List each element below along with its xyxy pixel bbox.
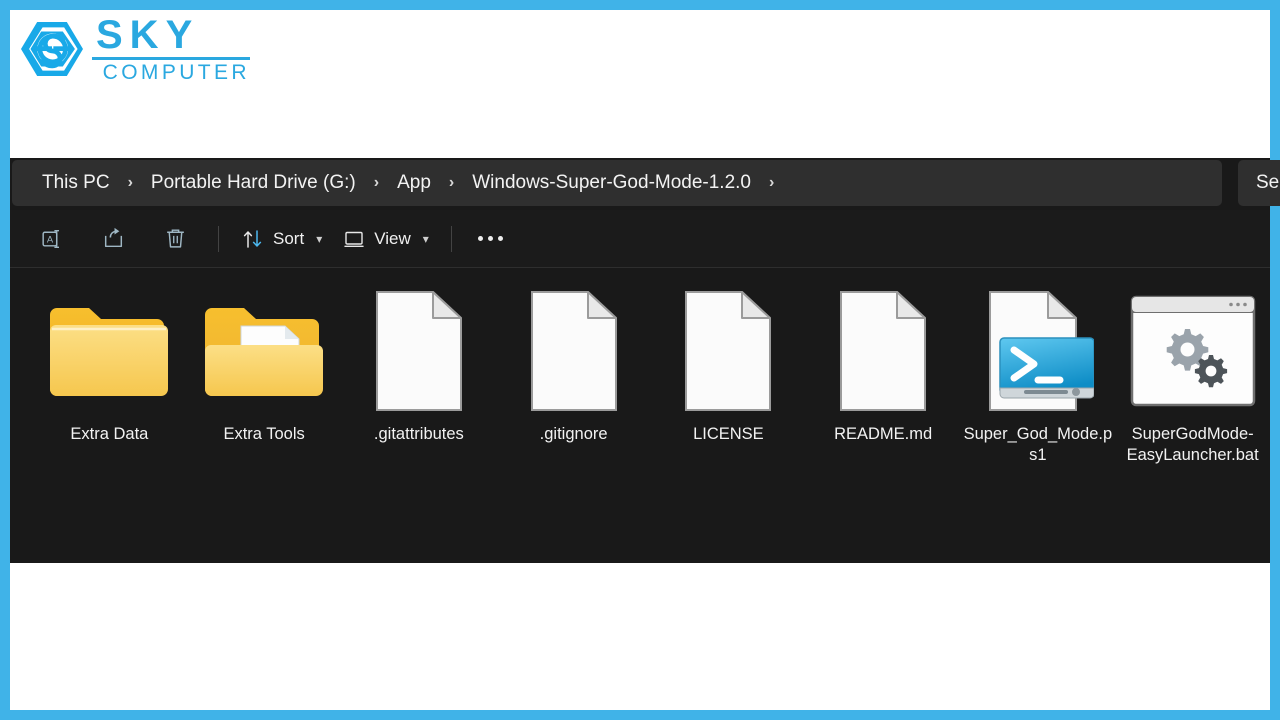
share-button[interactable]	[82, 219, 144, 259]
ellipsis-icon	[477, 236, 483, 241]
command-toolbar: A Sort ▾ View ▾	[10, 210, 1270, 268]
screenshot-frame: SKY COMPUTER This PC › Portable Hard Dri…	[0, 0, 1280, 720]
delete-button[interactable]	[144, 219, 206, 259]
rename-button[interactable]: A	[20, 219, 82, 259]
brand-divider	[92, 57, 250, 61]
more-button[interactable]	[464, 236, 517, 241]
file-item-easylauncher-bat[interactable]: SuperGodMode-EasyLauncher.bat	[1115, 286, 1270, 466]
brand-name: SKY	[96, 13, 200, 57]
breadcrumb-separator-icon: ›	[448, 174, 455, 191]
file-name-label: Super_God_Mode.ps1	[963, 425, 1113, 465]
file-grid: Extra Data Extra Tools .gitattributes .g…	[10, 268, 1270, 562]
batch-file-icon	[1130, 295, 1255, 407]
toolbar-divider	[450, 225, 452, 252]
chevron-down-icon: ▾	[422, 231, 429, 246]
breadcrumb-separator-icon: ›	[373, 174, 380, 191]
search-placeholder-text: Se	[1256, 172, 1280, 193]
file-icon-wrap	[354, 288, 484, 414]
file-item-extra-tools[interactable]: Extra Tools	[187, 286, 342, 445]
blank-page-icon	[685, 291, 772, 411]
file-name-label: .gitattributes	[373, 425, 464, 443]
view-icon	[344, 231, 364, 247]
file-item-readme[interactable]: README.md	[806, 286, 961, 445]
file-explorer-window: This PC › Portable Hard Drive (G:) › App…	[10, 158, 1280, 563]
file-name-label: Extra Tools	[223, 425, 305, 443]
address-bar[interactable]: This PC › Portable Hard Drive (G:) › App…	[12, 160, 1222, 206]
file-icon-wrap	[973, 288, 1103, 414]
file-icon-wrap	[1128, 288, 1258, 414]
address-bar-row: This PC › Portable Hard Drive (G:) › App…	[10, 158, 1280, 210]
blank-page-icon	[840, 291, 927, 411]
file-icon-wrap	[663, 288, 793, 414]
breadcrumb-item-windows-super-god-mode[interactable]: Windows-Super-God-Mode-1.2.0	[467, 169, 756, 197]
brand-subtitle: COMPUTER	[102, 61, 250, 85]
trash-icon	[166, 229, 184, 248]
file-icon-wrap	[199, 288, 329, 414]
file-icon-wrap	[509, 288, 639, 414]
file-item-gitignore[interactable]: .gitignore	[496, 286, 651, 445]
breadcrumb-item-portable-hard-drive[interactable]: Portable Hard Drive (G:)	[146, 169, 361, 197]
file-name-label: LICENSE	[693, 425, 764, 443]
file-name-label: .gitignore	[539, 425, 608, 443]
search-input[interactable]: Se	[1238, 160, 1280, 206]
rename-icon: A	[41, 230, 59, 249]
sort-label: Sort	[273, 228, 305, 248]
ellipsis-icon	[497, 236, 503, 241]
file-name-label: SuperGodMode-EasyLauncher.bat	[1126, 425, 1259, 465]
breadcrumb-separator-icon: ›	[769, 174, 775, 191]
file-item-super-god-mode-ps1[interactable]: Super_God_Mode.ps1	[961, 286, 1116, 466]
file-icon-wrap	[818, 288, 948, 414]
file-item-gitattributes[interactable]: .gitattributes	[342, 286, 497, 445]
hexagon-s-logo-icon	[21, 21, 83, 76]
file-item-extra-data[interactable]: Extra Data	[32, 286, 187, 445]
share-icon	[104, 227, 122, 248]
blank-page-icon	[375, 291, 462, 411]
breadcrumb-separator-icon: ›	[127, 174, 133, 191]
toolbar-divider	[218, 225, 219, 252]
view-label: View	[374, 228, 411, 248]
blank-page-icon	[530, 291, 617, 411]
file-name-label: Extra Data	[70, 425, 149, 443]
file-icon-wrap	[44, 288, 174, 414]
breadcrumb-item-this-pc[interactable]: This PC	[37, 169, 115, 197]
folder-icon	[50, 308, 169, 396]
breadcrumb-item-app[interactable]: App	[392, 169, 436, 197]
chevron-down-icon: ▾	[316, 231, 323, 246]
brand-header: SKY COMPUTER	[18, 14, 250, 83]
svg-text:A: A	[46, 234, 53, 244]
file-item-license[interactable]: LICENSE	[651, 286, 806, 445]
file-name-label: README.md	[834, 425, 933, 443]
brand-wordmark: SKY COMPUTER	[92, 14, 250, 83]
powershell-script-icon	[988, 291, 1094, 411]
sort-icon	[243, 229, 262, 248]
sort-button[interactable]: Sort ▾	[231, 219, 332, 259]
view-button[interactable]: View ▾	[332, 219, 439, 259]
folder-with-files-icon	[205, 308, 324, 396]
ellipsis-icon	[487, 236, 493, 241]
